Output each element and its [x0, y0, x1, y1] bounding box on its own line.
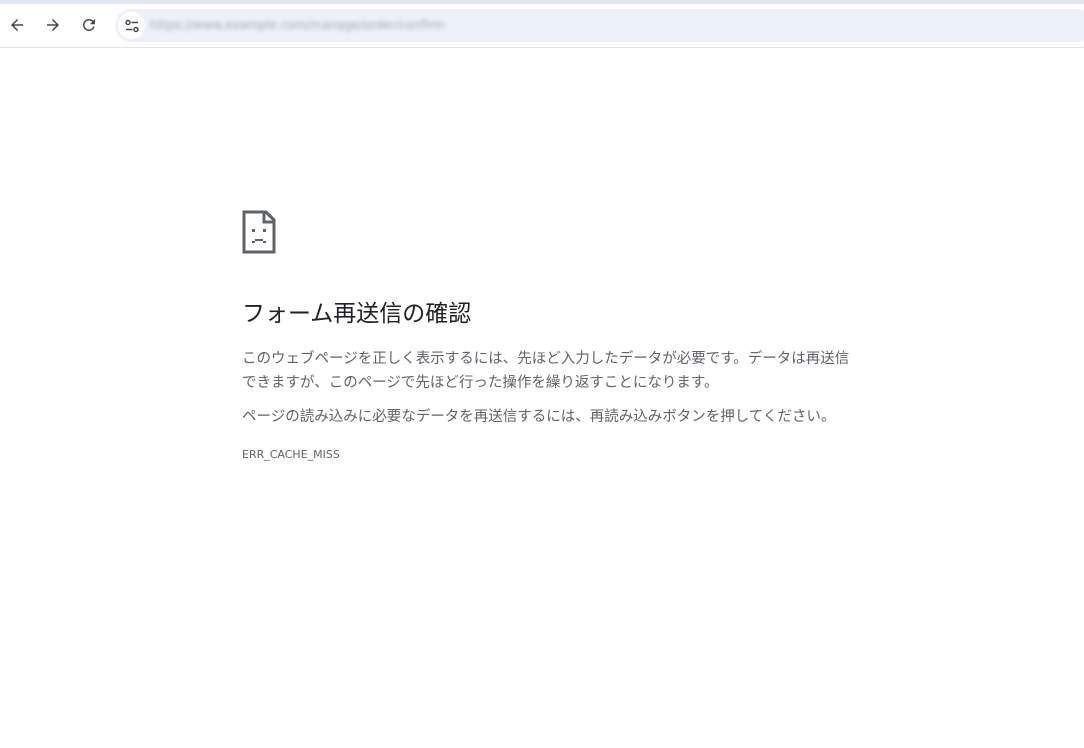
- arrow-left-icon: [11, 19, 23, 31]
- back-button[interactable]: [3, 11, 31, 39]
- error-code: ERR_CACHE_MISS: [242, 448, 340, 461]
- forward-button[interactable]: [39, 11, 67, 39]
- error-instruction: ページの読み込みに必要なデータを再送信するには、再読み込みボタンを押してください…: [242, 409, 836, 425]
- site-info-button[interactable]: [118, 12, 145, 39]
- address-bar[interactable]: https://www.example.com/manage/order/con…: [115, 9, 1084, 42]
- error-title: フォーム再送信の確認: [242, 301, 472, 327]
- reload-button[interactable]: [75, 11, 103, 39]
- url-text[interactable]: https://www.example.com/manage/order/con…: [150, 18, 445, 32]
- sad-page-icon: [242, 210, 276, 254]
- error-page-content: フォーム再送信の確認 このウェブページを正しく表示するには、先ほど入力したデータ…: [242, 210, 852, 461]
- browser-toolbar: https://www.example.com/manage/order/con…: [0, 4, 1084, 48]
- error-description: このウェブページを正しく表示するには、先ほど入力したデータが必要です。データは再…: [242, 351, 850, 391]
- reload-icon: [82, 18, 95, 31]
- tune-icon: [124, 19, 139, 32]
- arrow-right-icon: [47, 19, 59, 31]
